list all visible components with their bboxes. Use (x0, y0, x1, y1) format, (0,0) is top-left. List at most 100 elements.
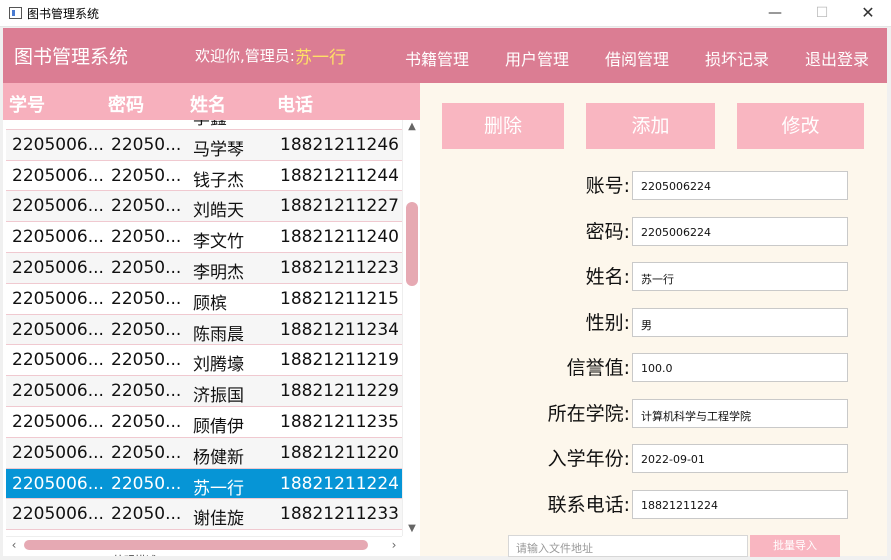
cell-password: 22050... (111, 442, 182, 463)
vertical-scrollbar[interactable]: ▲ ▼ (402, 120, 420, 536)
app-header: 图书管理系统 欢迎你,管理员: 苏一行 书籍管理 用户管理 借阅管理 损坏记录 … (3, 28, 887, 83)
scroll-left-icon[interactable]: ‹ (6, 537, 22, 553)
table-row[interactable]: 2205006... 22050... 李鑫 18821211248 (6, 120, 402, 130)
cell-password: 22050... (111, 288, 182, 309)
cell-phone: 18821211227 (280, 196, 399, 217)
user-detail-panel: 删除 添加 修改 账号: 2205006224 密码: 2205006224 姓名: 苏一… (420, 83, 887, 557)
cell-name: 顾倩伊 (193, 416, 244, 437)
cell-student-id: 2205006... (12, 196, 104, 217)
nav-user-management[interactable]: 用户管理 (505, 46, 569, 70)
cell-phone: 18821211219 (280, 350, 399, 371)
nav-damage-records[interactable]: 损坏记录 (705, 46, 769, 70)
table-row[interactable]: 2205006... 22050... 刘皓天 18821211227 (6, 191, 402, 223)
close-button[interactable]: ✕ (845, 0, 891, 27)
cell-name: 刘皓天 (193, 201, 244, 222)
cell-name: 陈雨晨 (193, 324, 244, 345)
phone-field[interactable]: 18821211224 (632, 489, 848, 519)
table-header: 学号 密码 姓名 电话 (3, 83, 420, 120)
admin-username: 苏一行 (295, 48, 346, 68)
table-row[interactable]: 2205006... 22050... 济振国 18821211229 (6, 376, 402, 407)
cell-password: 22050... (111, 257, 182, 278)
gender-field[interactable]: 男 (632, 307, 848, 337)
credit-field[interactable]: 100.0 (632, 353, 848, 382)
cell-student-id: 2205006... (12, 473, 104, 494)
cell-name: 李明杰 (193, 262, 244, 283)
window-edge (887, 28, 891, 560)
column-header-student-id[interactable]: 学号 (9, 91, 45, 117)
cell-password: 22050... (111, 319, 182, 340)
file-path-input[interactable]: 请输入文件地址 (508, 535, 748, 557)
nav-logout[interactable]: 退出登录 (805, 46, 869, 70)
cell-name: 济振国 (193, 386, 244, 407)
credit-label: 信誉值: (566, 357, 630, 379)
edit-button[interactable]: 修改 (737, 103, 864, 149)
table-row[interactable]: 2205006... 22050... 苏一行 18821211224 (6, 468, 402, 500)
table-row[interactable]: 2205006... 22050... 杨健新 18821211220 (6, 437, 402, 469)
scroll-down-icon[interactable]: ▼ (403, 522, 421, 536)
nav-book-management[interactable]: 书籍管理 (405, 46, 469, 70)
cell-phone: 18821211229 (280, 381, 399, 402)
cell-password: 22050... (111, 120, 181, 124)
user-table-panel: 学号 密码 姓名 电话 2205006... 22050... 李鑫 18821211… (3, 83, 420, 556)
cell-password: 22050... (111, 165, 182, 186)
cell-student-id: 2205006... (12, 120, 104, 124)
batch-import-button[interactable]: 批量导入 (750, 535, 840, 557)
cell-phone: 18821211246 (280, 134, 399, 155)
cell-student-id: 2205006... (12, 442, 104, 463)
window-title: 图书管理系统 (27, 7, 100, 21)
table-row[interactable]: 2205006... 22050... 陈雨晨 18821211234 (6, 314, 402, 346)
window-titlebar: 图书管理系统 — ☐ ✕ (0, 0, 891, 27)
cell-name: 谢佳旋 (193, 509, 244, 530)
column-header-password[interactable]: 密码 (108, 91, 144, 117)
maximize-button[interactable]: ☐ (799, 0, 845, 27)
cell-phone: 18821211235 (280, 411, 399, 432)
cell-password: 22050... (111, 381, 182, 402)
table-row[interactable]: 2205006... 22050... 刘腾壕 18821211219 (6, 345, 402, 377)
add-button[interactable]: 添加 (586, 103, 715, 149)
gender-label: 性别: (585, 311, 630, 334)
cell-name: 苏一行 (193, 478, 244, 499)
cell-student-id: 2205006... (12, 257, 104, 278)
nav-borrow-management[interactable]: 借阅管理 (605, 46, 669, 70)
table-row[interactable]: 2205006... 22050... 顾槟 18821211215 (6, 283, 402, 315)
app-icon (9, 7, 22, 19)
table-row[interactable]: 2205006... 22050... 李明杰 18821211223 (6, 252, 402, 284)
table-row[interactable]: 2205006... 22050... 马学琴 18821211246 (6, 129, 402, 161)
table-row[interactable]: 2205006... 22050... 顾倩伊 18821211235 (6, 406, 402, 438)
password-label: 密码: (585, 220, 630, 243)
account-field[interactable]: 2205006224 (632, 171, 848, 200)
cell-student-id: 2205006... (12, 165, 104, 186)
clipped-text: 外观描述 (113, 552, 157, 556)
delete-button[interactable]: 删除 (442, 103, 564, 149)
column-header-name[interactable]: 姓名 (190, 91, 226, 117)
cell-phone: 18821211240 (280, 227, 399, 248)
table-row[interactable]: 2205006... 22050... 钱子杰 18821211244 (6, 160, 402, 192)
cell-phone: 18821211224 (280, 473, 399, 494)
account-label: 账号: (585, 175, 630, 197)
vertical-scroll-thumb[interactable] (406, 202, 418, 286)
cell-student-id: 2205006... (12, 381, 104, 402)
table-row[interactable]: 2205006... 22050... 李文竹 18821211240 (6, 222, 402, 253)
column-header-phone[interactable]: 电话 (277, 91, 313, 117)
scroll-right-icon[interactable]: › (386, 537, 402, 553)
cell-student-id: 2205006... (12, 411, 104, 432)
table-row[interactable]: 2205006... 22050... 谢佳旋 18821211233 (6, 499, 402, 531)
horizontal-scroll-thumb[interactable] (24, 540, 368, 550)
cell-name: 马学琴 (193, 139, 244, 160)
cell-password: 22050... (111, 411, 182, 432)
minimize-button[interactable]: — (752, 0, 798, 27)
cell-name: 钱子杰 (193, 170, 244, 191)
password-field[interactable]: 2205006224 (632, 216, 848, 246)
cell-phone: 18821211223 (280, 257, 399, 278)
name-field[interactable]: 苏一行 (632, 262, 848, 291)
enroll-year-field[interactable]: 2022-09-01 (632, 444, 848, 473)
horizontal-scrollbar[interactable]: ‹ › (6, 536, 402, 552)
college-field[interactable]: 计算机科学与工程学院 (632, 398, 848, 428)
name-label: 姓名: (585, 266, 630, 288)
cell-password: 22050... (111, 504, 182, 525)
cell-name: 李文竹 (193, 232, 244, 253)
cell-student-id: 2205006... (12, 134, 104, 155)
cell-phone: 18821211244 (280, 165, 399, 186)
cell-student-id: 2205006... (12, 350, 104, 371)
scroll-up-icon[interactable]: ▲ (403, 120, 421, 134)
